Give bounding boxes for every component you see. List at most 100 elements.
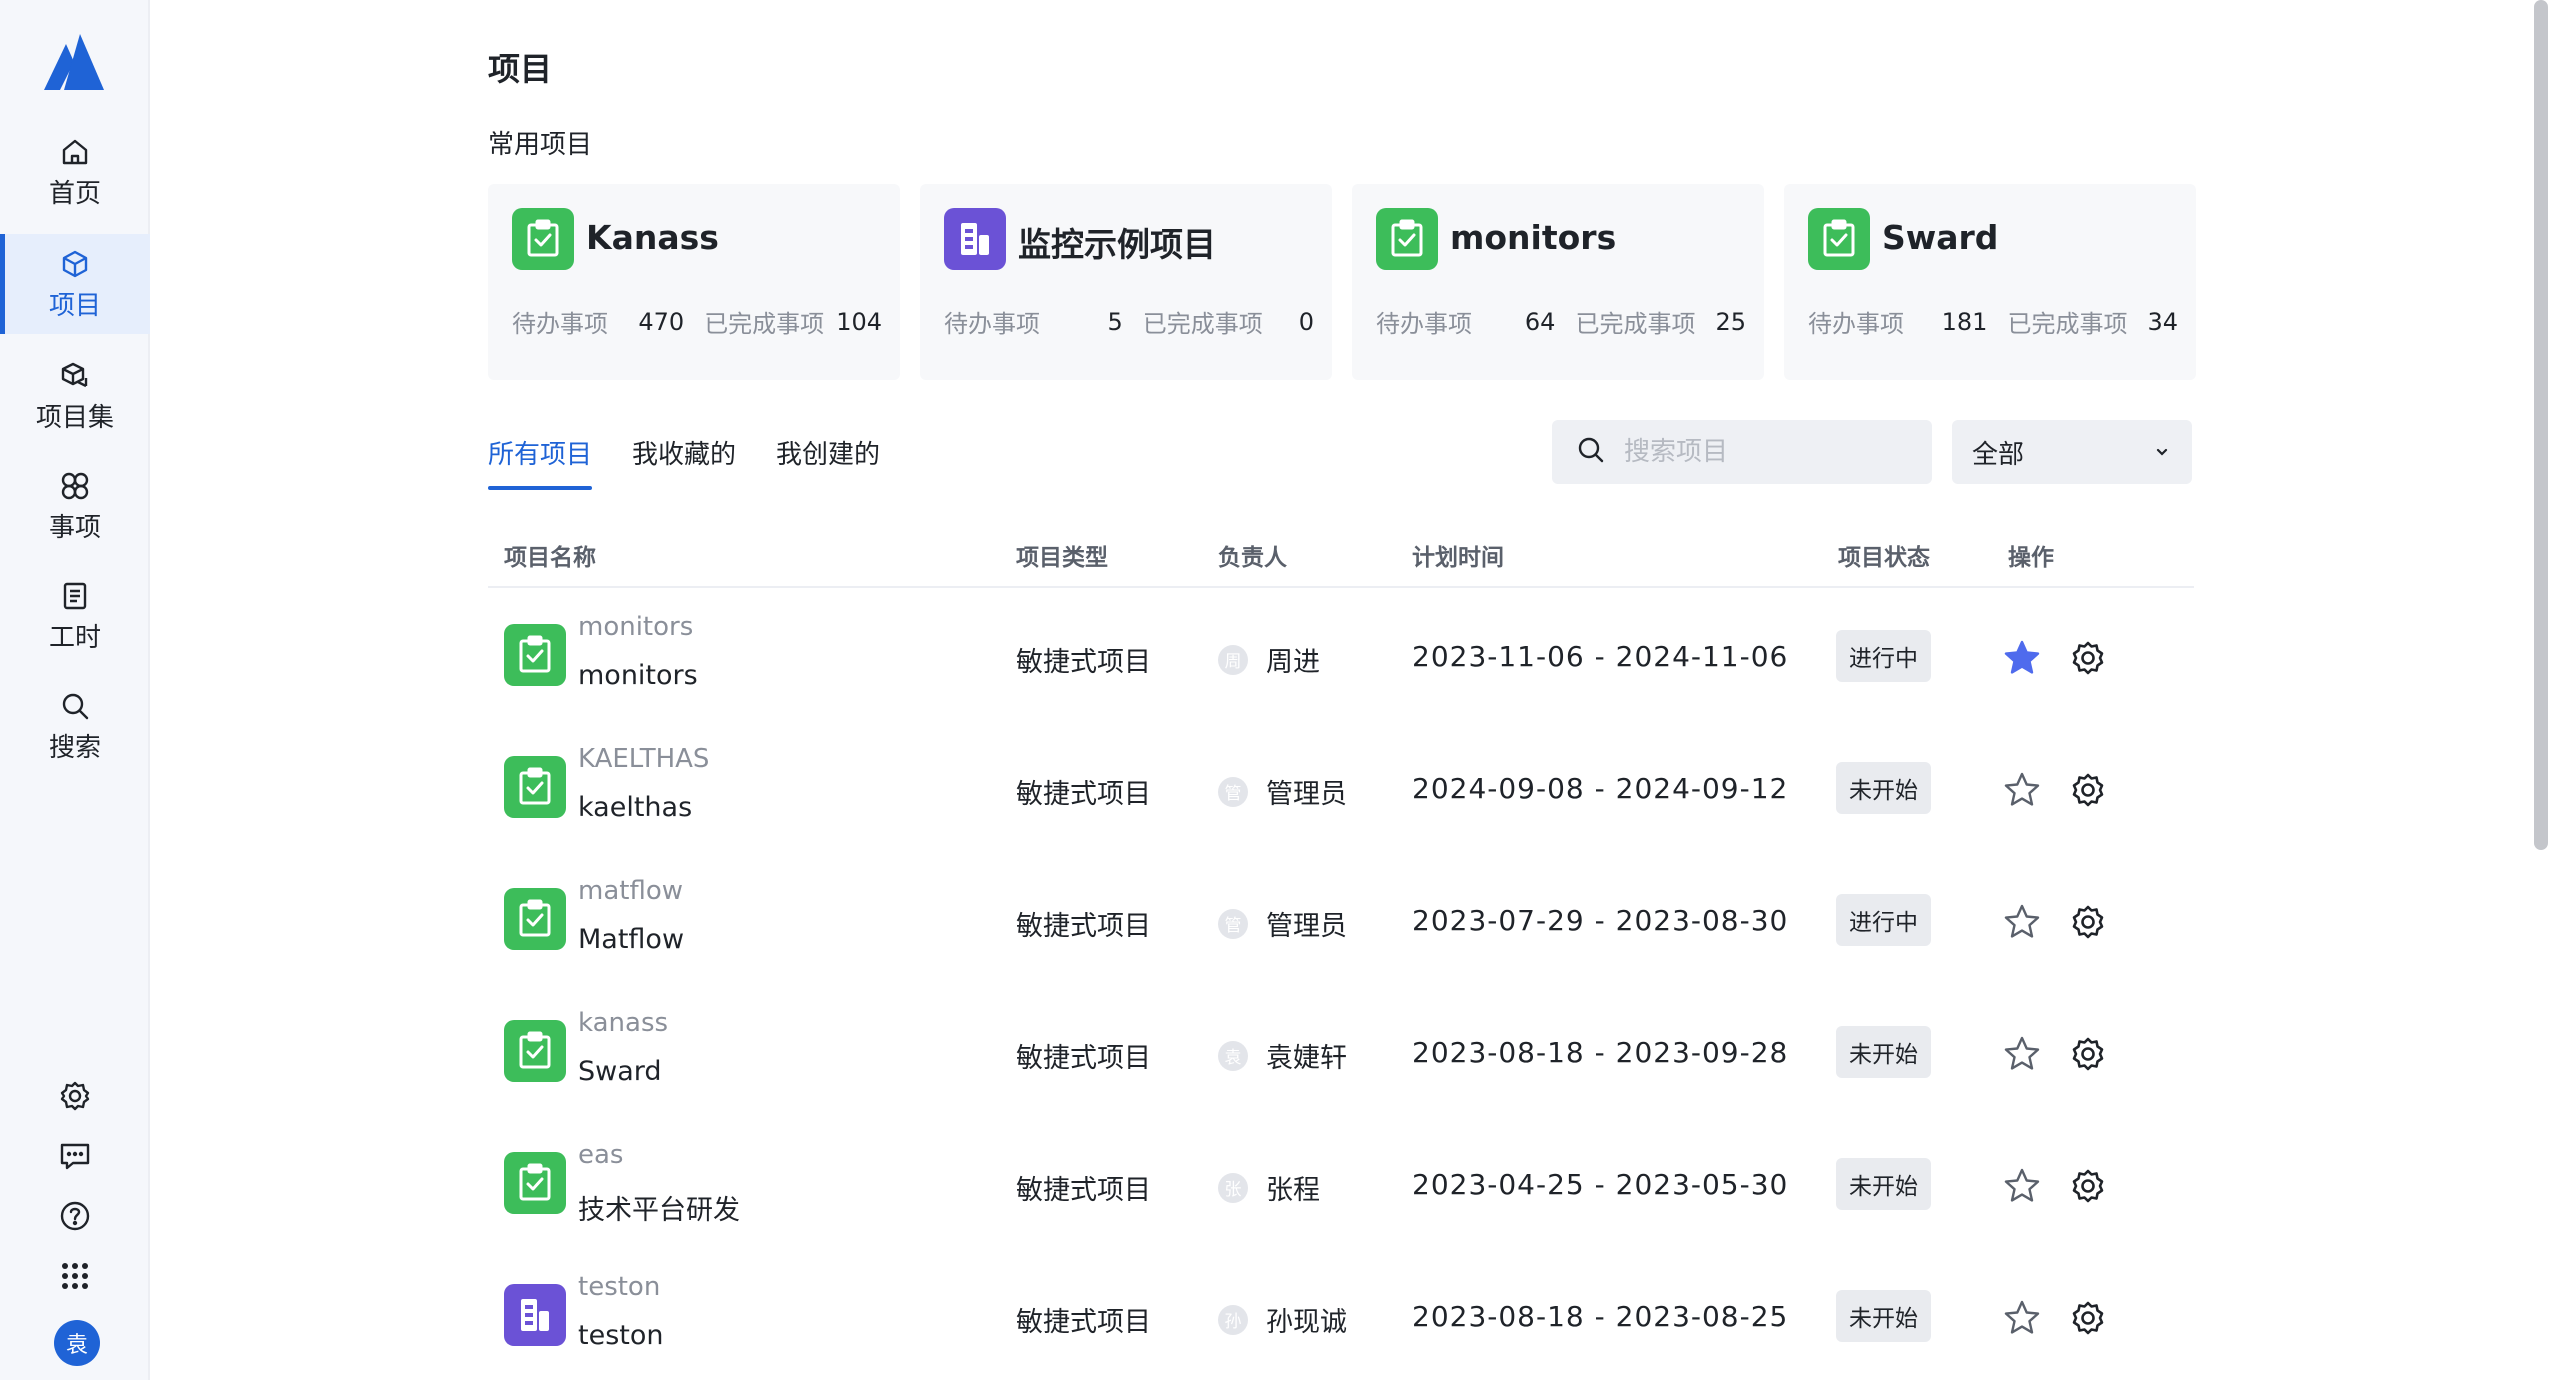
gear-icon[interactable] bbox=[2068, 638, 2108, 678]
owner-name: 张程 bbox=[1266, 1175, 1320, 1206]
header-name: 项目名称 bbox=[504, 545, 596, 571]
sidebar-item-project-set[interactable]: 项目集 bbox=[0, 346, 150, 446]
cube-icon bbox=[58, 247, 92, 281]
project-owner: 管管理员 bbox=[1218, 904, 1347, 943]
status-badge: 未开始 bbox=[1836, 762, 1931, 814]
star-icon[interactable] bbox=[2002, 1034, 2042, 1074]
settings-icon[interactable] bbox=[57, 1078, 93, 1114]
todo-label: 待办事项 bbox=[944, 310, 1040, 338]
help-icon[interactable] bbox=[57, 1198, 93, 1234]
star-icon[interactable] bbox=[2002, 1166, 2042, 1206]
project-name[interactable]: Sward bbox=[578, 1056, 662, 1087]
page-title: 项目 bbox=[488, 50, 553, 88]
todo-count: 181 bbox=[1941, 307, 1988, 336]
done-label: 已完成事项 bbox=[1575, 310, 1696, 338]
owner-avatar: 管 bbox=[1218, 776, 1248, 807]
recent-project-card[interactable]: 监控示例项目 待办事项 5 已完成事项 0 bbox=[920, 184, 1332, 380]
owner-avatar: 袁 bbox=[1218, 1040, 1248, 1071]
recent-project-card[interactable]: Kanass 待办事项 470 已完成事项 104 bbox=[488, 184, 900, 380]
star-icon[interactable] bbox=[2002, 770, 2042, 810]
sidebar-item-workitem[interactable]: 事项 bbox=[0, 456, 150, 556]
message-icon[interactable] bbox=[57, 1138, 93, 1174]
project-building-icon bbox=[944, 208, 1006, 270]
tab-favorites[interactable]: 我收藏的 bbox=[632, 420, 736, 490]
recent-projects-title: 常用项目 bbox=[488, 130, 593, 160]
table-row[interactable]: monitors monitors 敏捷式项目 周周进 2023-11-06 - 202… bbox=[488, 590, 2194, 722]
search-icon bbox=[58, 689, 92, 723]
cubes-icon bbox=[58, 359, 92, 393]
status-filter-value: 全部 bbox=[1972, 439, 2025, 470]
table-row[interactable]: eas 技术平台研发 敏捷式项目 张张程 2023-04-25 - 2023-05-30… bbox=[488, 1118, 2194, 1250]
star-icon[interactable] bbox=[2002, 638, 2042, 678]
search-icon bbox=[1576, 435, 1606, 469]
user-avatar[interactable]: 袁 bbox=[54, 1320, 100, 1366]
recent-project-stats: 待办事项 181 已完成事项 34 bbox=[1808, 304, 2178, 339]
apps-grid-icon[interactable] bbox=[57, 1258, 93, 1294]
star-icon[interactable] bbox=[2002, 902, 2042, 942]
gear-icon[interactable] bbox=[2068, 902, 2108, 942]
table-row[interactable]: matflow Matflow 敏捷式项目 管管理员 2023-07-29 - 2023… bbox=[488, 854, 2194, 986]
table-row[interactable]: teston teston 敏捷式项目 孙孙现诚 2023-08-18 - 2023-0… bbox=[488, 1250, 2194, 1382]
project-clipboard-icon bbox=[512, 208, 574, 270]
star-icon[interactable] bbox=[2002, 1298, 2042, 1338]
status-badge: 未开始 bbox=[1836, 1158, 1931, 1210]
clipboard-icon bbox=[58, 579, 92, 613]
project-clipboard-icon bbox=[504, 1152, 566, 1214]
project-building-icon bbox=[504, 1284, 566, 1346]
project-tabs: 所有项目 我收藏的 我创建的 bbox=[488, 420, 920, 490]
project-name[interactable]: Matflow bbox=[578, 924, 684, 955]
sidebar: 首页 项目 项目集 事项 工时 搜索 袁 bbox=[0, 0, 150, 1380]
gear-icon[interactable] bbox=[2068, 1034, 2108, 1074]
project-owner: 张张程 bbox=[1218, 1168, 1320, 1207]
recent-project-card[interactable]: monitors 待办事项 64 已完成事项 25 bbox=[1352, 184, 1764, 380]
sidebar-item-project[interactable]: 项目 bbox=[0, 234, 150, 334]
project-type: 敏捷式项目 bbox=[1016, 1175, 1151, 1206]
todo-label: 待办事项 bbox=[1376, 310, 1472, 338]
project-type: 敏捷式项目 bbox=[1016, 647, 1151, 678]
project-key: teston bbox=[578, 1272, 661, 1302]
project-type: 敏捷式项目 bbox=[1016, 1307, 1151, 1338]
tab-created-by-me[interactable]: 我创建的 bbox=[776, 420, 880, 490]
table-row[interactable]: KAELTHAS kaelthas 敏捷式项目 管管理员 2024-09-08 - 20… bbox=[488, 722, 2194, 854]
plan-time: 2024-09-08 - 2024-09-12 bbox=[1412, 772, 1789, 805]
sidebar-item-label: 项目 bbox=[48, 290, 101, 321]
gear-icon[interactable] bbox=[2068, 770, 2108, 810]
gear-icon[interactable] bbox=[2068, 1166, 2108, 1206]
owner-name: 周进 bbox=[1266, 647, 1320, 678]
todo-count: 64 bbox=[1524, 307, 1556, 336]
table-header: 项目名称 项目类型 负责人 计划时间 项目状态 操作 bbox=[488, 530, 2194, 588]
todo-count: 470 bbox=[638, 307, 685, 336]
sidebar-item-label: 首页 bbox=[48, 178, 101, 209]
owner-avatar: 张 bbox=[1218, 1172, 1248, 1203]
sidebar-item-search[interactable]: 搜索 bbox=[0, 676, 150, 776]
table-row[interactable]: kanass Sward 敏捷式项目 袁袁婕轩 2023-08-18 - 2023-09… bbox=[488, 986, 2194, 1118]
sidebar-item-worktime[interactable]: 工时 bbox=[0, 566, 150, 666]
project-name[interactable]: kaelthas bbox=[578, 792, 692, 823]
header-owner: 负责人 bbox=[1218, 545, 1287, 571]
owner-avatar: 管 bbox=[1218, 908, 1248, 939]
logo-icon[interactable] bbox=[42, 32, 106, 92]
project-type: 敏捷式项目 bbox=[1016, 1043, 1151, 1074]
project-name[interactable]: monitors bbox=[578, 660, 698, 691]
sidebar-item-home[interactable]: 首页 bbox=[0, 122, 150, 222]
project-clipboard-icon bbox=[504, 888, 566, 950]
owner-name: 孙现诚 bbox=[1266, 1307, 1347, 1338]
tab-all-projects[interactable]: 所有项目 bbox=[488, 420, 593, 490]
project-key: eas bbox=[578, 1140, 624, 1170]
project-clipboard-icon bbox=[1808, 208, 1870, 270]
status-badge: 未开始 bbox=[1836, 1290, 1931, 1342]
project-owner: 周周进 bbox=[1218, 640, 1320, 679]
sidebar-item-label: 项目集 bbox=[35, 402, 114, 433]
status-filter-select[interactable]: 全部 bbox=[1952, 420, 2192, 484]
recent-project-name: monitors bbox=[1450, 218, 1617, 257]
plan-time: 2023-11-06 - 2024-11-06 bbox=[1412, 640, 1789, 673]
workitem-icon bbox=[58, 469, 92, 503]
status-badge: 进行中 bbox=[1836, 894, 1931, 946]
project-name[interactable]: teston bbox=[578, 1320, 663, 1351]
project-name[interactable]: 技术平台研发 bbox=[578, 1188, 740, 1227]
project-clipboard-icon bbox=[504, 624, 566, 686]
search-input[interactable] bbox=[1624, 437, 1904, 467]
scrollbar[interactable] bbox=[2534, 0, 2552, 850]
gear-icon[interactable] bbox=[2068, 1298, 2108, 1338]
recent-project-card[interactable]: Sward 待办事项 181 已完成事项 34 bbox=[1784, 184, 2196, 380]
